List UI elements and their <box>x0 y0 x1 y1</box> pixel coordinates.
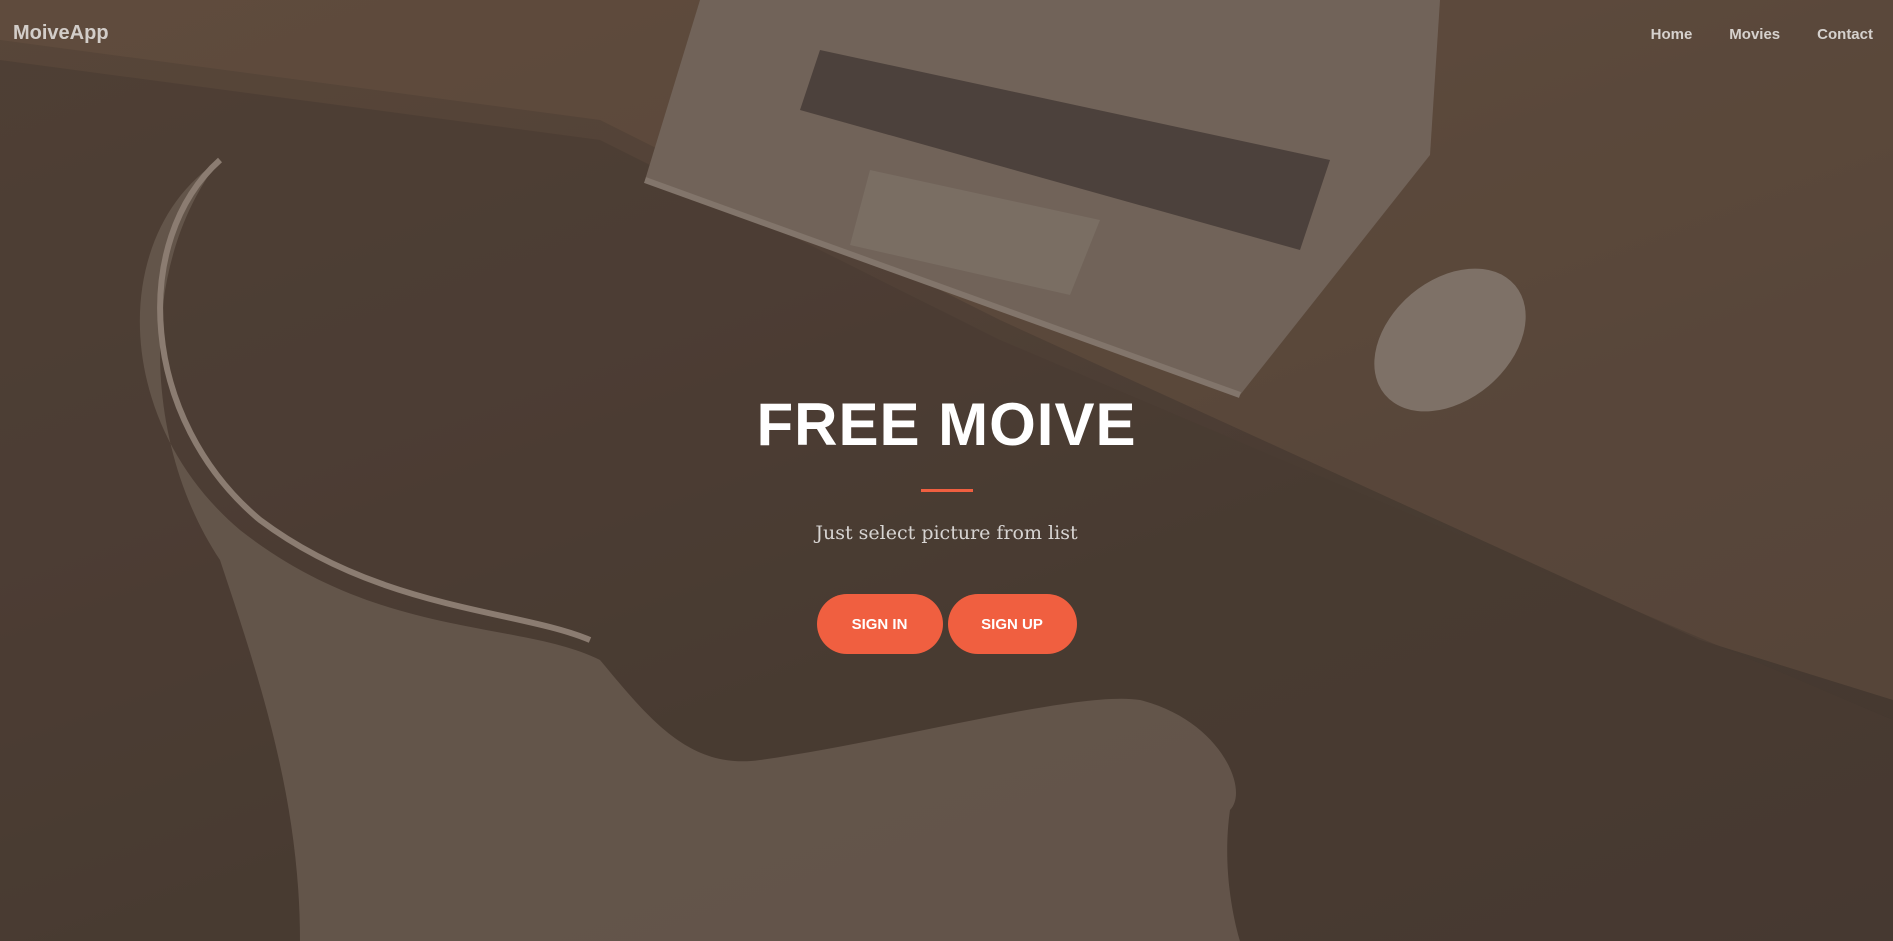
sign-in-button[interactable]: SIGN IN <box>816 594 943 654</box>
nav-home-link[interactable]: Home <box>1624 26 1703 43</box>
nav-links: Home Movies Contact <box>1624 26 1883 43</box>
hero-content: FREE MOIVE Just select picture from list… <box>0 395 1893 654</box>
hero-subtitle: Just select picture from list <box>815 522 1078 544</box>
nav-contact-link[interactable]: Contact <box>1790 26 1883 43</box>
nav-movies-link[interactable]: Movies <box>1702 26 1790 43</box>
brand-logo[interactable]: MoiveApp <box>13 22 109 45</box>
hero-title: FREE MOIVE <box>756 391 1137 458</box>
hero-buttons: SIGN IN SIGN UP <box>0 594 1893 654</box>
hero-divider <box>920 489 973 492</box>
navbar: MoiveApp Home Movies Contact <box>0 0 1893 72</box>
sign-up-button[interactable]: SIGN UP <box>947 594 1077 654</box>
